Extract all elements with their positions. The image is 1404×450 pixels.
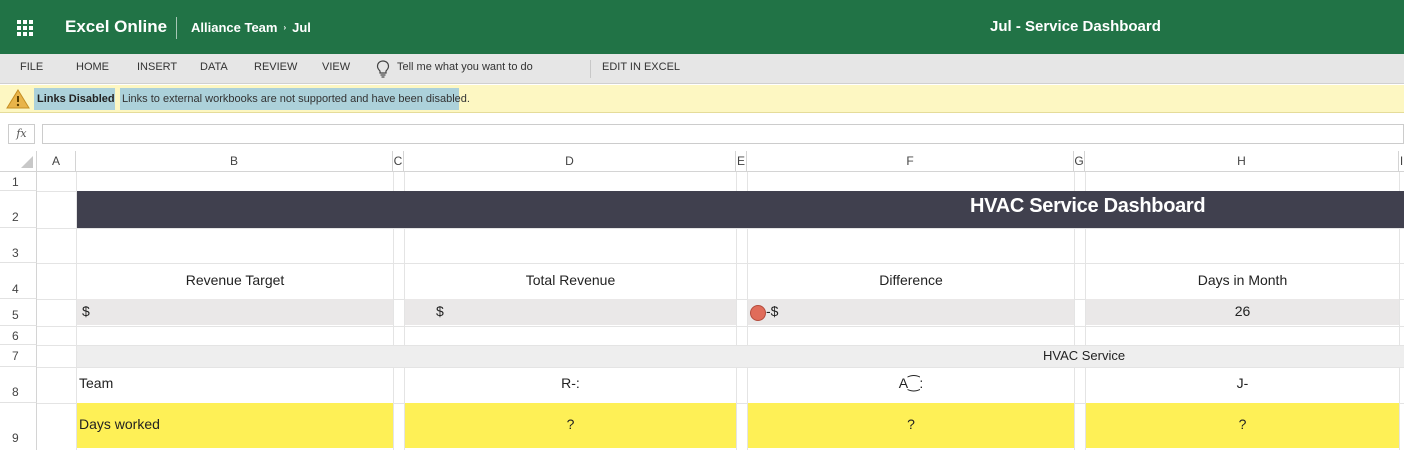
formula-input[interactable] — [42, 124, 1404, 144]
breadcrumb-item[interactable]: Jul — [292, 20, 311, 35]
ribbon-menu: FILE HOME INSERT DATA REVIEW VIEW Tell m… — [0, 54, 1404, 84]
function-icon[interactable]: fx — [8, 124, 35, 144]
total-revenue-value: $ — [436, 303, 444, 319]
gridline — [37, 263, 1404, 264]
total-revenue-header[interactable]: Total Revenue — [405, 272, 736, 288]
formula-bar: fx — [0, 123, 1404, 145]
column-header-e[interactable]: E — [736, 151, 747, 172]
difference-cell[interactable] — [748, 299, 1074, 325]
lightbulb-icon[interactable] — [376, 60, 390, 78]
waffle-icon[interactable] — [17, 20, 33, 36]
section-header-strip[interactable] — [77, 346, 1404, 367]
row-header-3[interactable]: 3 — [0, 228, 37, 263]
document-title[interactable]: Jul - Service Dashboard — [990, 18, 1161, 35]
revenue-target-header[interactable]: Revenue Target — [77, 272, 393, 288]
edit-in-excel-button[interactable]: EDIT IN EXCEL — [602, 61, 680, 73]
difference-header[interactable]: Difference — [748, 272, 1074, 288]
column-header-i[interactable]: I — [1399, 151, 1404, 172]
menu-divider — [590, 60, 591, 78]
warning-icon — [6, 89, 30, 109]
section-title: HVAC Service — [1043, 348, 1126, 363]
column-header-d[interactable]: D — [404, 151, 736, 172]
revenue-target-value: $ — [82, 303, 90, 319]
select-all-corner[interactable] — [0, 151, 37, 172]
header-divider — [176, 17, 177, 39]
days-worked-value-3: ? — [1238, 416, 1247, 432]
menu-insert[interactable]: INSERT — [137, 61, 177, 73]
difference-value: -$ — [766, 303, 779, 319]
days-worked-value-2: ? — [907, 416, 915, 432]
column-header-h[interactable]: H — [1085, 151, 1399, 172]
row-header-8[interactable]: 8 — [0, 367, 37, 403]
breadcrumb: Alliance Team › Jul — [191, 20, 311, 35]
app-name[interactable]: Excel Online — [65, 17, 167, 37]
row-header-1[interactable]: 1 — [0, 172, 37, 191]
gridline — [37, 228, 1404, 229]
row-header-6[interactable]: 6 — [0, 326, 37, 345]
gridline — [37, 367, 1404, 368]
menu-home[interactable]: HOME — [76, 61, 109, 73]
team-member-1[interactable]: R-: — [405, 375, 736, 391]
revenue-target-cell[interactable] — [77, 299, 393, 325]
column-header-b[interactable]: B — [76, 151, 393, 172]
menu-review[interactable]: REVIEW — [254, 61, 297, 73]
app-header: Excel Online Alliance Team › Jul Jul - S… — [0, 0, 1404, 54]
column-header-c[interactable]: C — [393, 151, 404, 172]
gridline — [37, 326, 1404, 327]
breadcrumb-team[interactable]: Alliance Team — [191, 20, 277, 35]
days-worked-value-1: ? — [566, 416, 575, 432]
menu-view[interactable]: VIEW — [322, 61, 350, 73]
tell-me-search[interactable]: Tell me what you want to do — [397, 61, 533, 73]
row-header-5[interactable]: 5 — [0, 299, 37, 326]
menu-data[interactable]: DATA — [200, 61, 228, 73]
notification-message: Links to external workbooks are not supp… — [122, 93, 470, 105]
team-label[interactable]: Team — [79, 375, 113, 391]
row-header-4[interactable]: 4 — [0, 263, 37, 299]
days-worked-label: Days worked — [79, 416, 160, 432]
dashboard-title: HVAC Service Dashboard — [970, 195, 1206, 217]
column-header-g[interactable]: G — [1074, 151, 1085, 172]
red-circle-icon — [750, 305, 766, 321]
total-revenue-cell[interactable] — [405, 299, 736, 325]
row-header-9[interactable]: 9 — [0, 403, 37, 450]
notification-title: Links Disabled — [37, 93, 115, 105]
notification-bar: Links Disabled Links to external workboo… — [0, 85, 1404, 113]
menu-file[interactable]: FILE — [20, 61, 43, 73]
team-member-3[interactable]: J- — [1086, 375, 1399, 391]
breadcrumb-chevron-icon: › — [283, 23, 287, 32]
days-in-month-header[interactable]: Days in Month — [1086, 272, 1399, 288]
column-header-a[interactable]: A — [37, 151, 76, 172]
row-header-2[interactable]: 2 — [0, 191, 37, 228]
days-in-month-value: 26 — [1234, 303, 1251, 319]
column-header-f[interactable]: F — [747, 151, 1074, 172]
team-member-2[interactable]: A⁐: — [748, 375, 1074, 392]
row-header-7[interactable]: 7 — [0, 345, 37, 367]
